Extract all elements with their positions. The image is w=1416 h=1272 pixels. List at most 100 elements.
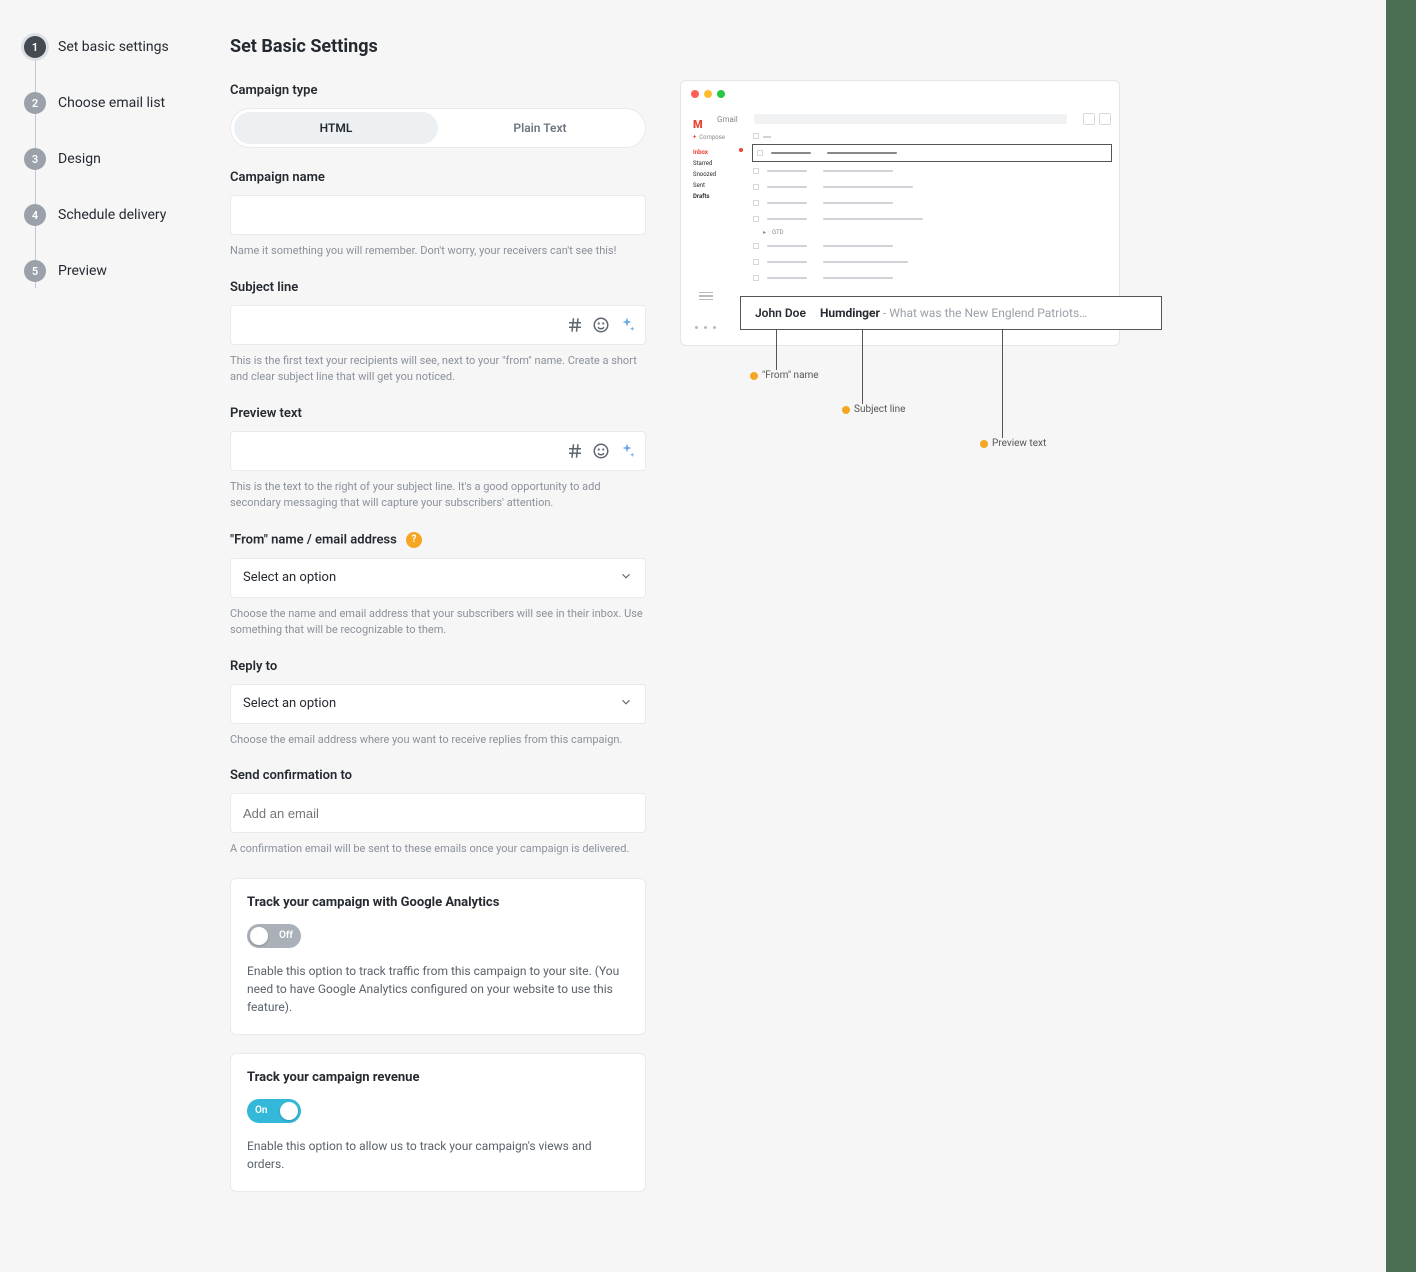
step-connector bbox=[35, 56, 36, 288]
toggle-knob bbox=[250, 927, 268, 945]
settings-form: Set Basic Settings Campaign type HTML Pl… bbox=[230, 36, 646, 1210]
mock-starred: Starred bbox=[693, 159, 743, 168]
campaign-name-label: Campaign name bbox=[230, 170, 646, 185]
step-number: 2 bbox=[24, 92, 46, 114]
emoji-icon[interactable] bbox=[592, 316, 610, 334]
callout-subject: Humdinger bbox=[820, 306, 880, 320]
hash-icon[interactable] bbox=[566, 442, 584, 460]
max-dot-icon bbox=[717, 90, 725, 98]
reply-to-select[interactable]: Select an option bbox=[230, 684, 646, 724]
leader-from bbox=[776, 330, 777, 370]
leader-preview-label: Preview text bbox=[980, 438, 1046, 449]
close-dot-icon bbox=[691, 90, 699, 98]
sparkle-icon[interactable] bbox=[618, 316, 636, 334]
step-number: 3 bbox=[24, 148, 46, 170]
help-icon[interactable]: ? bbox=[406, 532, 422, 548]
step-number: 5 bbox=[24, 260, 46, 282]
mock-sidebar: Compose Inbox Starred Snoozed Sent Draft… bbox=[693, 133, 743, 302]
campaign-name-input[interactable] bbox=[230, 195, 646, 235]
step-design[interactable]: 3 Design bbox=[24, 148, 196, 170]
leader-subject-label: Subject line bbox=[842, 404, 905, 415]
step-label: Preview bbox=[58, 263, 107, 280]
mock-drafts: Drafts bbox=[693, 192, 743, 201]
mock-snoozed: Snoozed bbox=[693, 170, 743, 179]
ga-title: Track your campaign with Google Analytic… bbox=[247, 895, 629, 910]
emoji-icon[interactable] bbox=[592, 442, 610, 460]
revenue-desc: Enable this option to allow us to track … bbox=[247, 1137, 629, 1173]
campaign-type-html[interactable]: HTML bbox=[234, 112, 438, 144]
min-dot-icon bbox=[704, 90, 712, 98]
step-label: Set basic settings bbox=[58, 39, 169, 56]
inbox-row-callout: John Doe Humdinger - What was the New En… bbox=[740, 296, 1162, 330]
reply-to-placeholder: Select an option bbox=[243, 696, 336, 711]
campaign-type-plain[interactable]: Plain Text bbox=[438, 112, 642, 144]
subject-help: This is the first text your recipients w… bbox=[230, 353, 646, 386]
step-number: 4 bbox=[24, 204, 46, 226]
revenue-card: Track your campaign revenue On Enable th… bbox=[230, 1053, 646, 1192]
chevron-down-icon bbox=[619, 569, 633, 587]
confirmation-label: Send confirmation to bbox=[230, 768, 646, 783]
step-label: Design bbox=[58, 151, 101, 168]
mock-row bbox=[753, 197, 1111, 209]
step-number: 1 bbox=[24, 36, 46, 58]
toggle-knob bbox=[280, 1102, 298, 1120]
mock-sent: Sent bbox=[693, 181, 743, 190]
confirmation-help: A confirmation email will be sent to the… bbox=[230, 841, 646, 858]
mock-brand: Gmail bbox=[717, 115, 738, 124]
mock-compose: Compose bbox=[693, 133, 743, 142]
revenue-title: Track your campaign revenue bbox=[247, 1070, 629, 1085]
preview-text-help: This is the text to the right of your su… bbox=[230, 479, 646, 512]
campaign-name-help: Name it something you will remember. Don… bbox=[230, 243, 646, 260]
hash-icon[interactable] bbox=[566, 316, 584, 334]
mock-row bbox=[753, 165, 1111, 177]
leader-subject bbox=[862, 330, 863, 404]
mock-tool-icon bbox=[1099, 113, 1111, 125]
step-label: Choose email list bbox=[58, 95, 165, 112]
page-title: Set Basic Settings bbox=[230, 36, 646, 57]
mock-category: GTD bbox=[763, 229, 1111, 236]
wizard-steps: 1 Set basic settings 2 Choose email list… bbox=[24, 36, 196, 1210]
mock-mail-list: GTD bbox=[753, 133, 1111, 302]
step-preview[interactable]: 5 Preview bbox=[24, 260, 196, 282]
chevron-down-icon bbox=[619, 695, 633, 713]
google-analytics-card: Track your campaign with Google Analytic… bbox=[230, 878, 646, 1035]
mock-row bbox=[753, 272, 1111, 284]
campaign-type-label: Campaign type bbox=[230, 83, 646, 98]
inbox-preview: Gmail Compose Inbox Starred Snoozed Sent bbox=[680, 36, 1120, 1210]
from-placeholder: Select an option bbox=[243, 570, 336, 585]
revenue-toggle-state: On bbox=[255, 1105, 267, 1116]
sparkle-icon[interactable] bbox=[618, 442, 636, 460]
reply-to-label: Reply to bbox=[230, 659, 646, 674]
from-select[interactable]: Select an option bbox=[230, 558, 646, 598]
confirmation-input[interactable] bbox=[230, 793, 646, 833]
mock-tool-icon bbox=[1083, 113, 1095, 125]
right-edge-strip bbox=[1386, 0, 1416, 1272]
step-set-basic-settings[interactable]: 1 Set basic settings bbox=[24, 36, 196, 58]
step-label: Schedule delivery bbox=[58, 207, 166, 224]
hamburger-icon bbox=[699, 292, 713, 301]
mock-row bbox=[753, 240, 1111, 252]
mock-titlebar bbox=[681, 81, 1119, 107]
step-schedule-delivery[interactable]: 4 Schedule delivery bbox=[24, 204, 196, 226]
gmail-logo-icon bbox=[693, 113, 709, 125]
from-label: "From" name / email address ? bbox=[230, 532, 646, 548]
ga-toggle-state: Off bbox=[279, 930, 293, 941]
mock-row bbox=[753, 181, 1111, 193]
step-choose-email-list[interactable]: 2 Choose email list bbox=[24, 92, 196, 114]
reply-to-help: Choose the email address where you want … bbox=[230, 732, 646, 749]
ga-toggle[interactable]: Off bbox=[247, 924, 301, 948]
subject-label: Subject line bbox=[230, 280, 646, 295]
mock-row bbox=[753, 145, 1111, 161]
leader-preview bbox=[1002, 330, 1003, 438]
from-help: Choose the name and email address that y… bbox=[230, 606, 646, 639]
mock-row bbox=[753, 256, 1111, 268]
campaign-type-segmented: HTML Plain Text bbox=[230, 108, 646, 148]
preview-text-label: Preview text bbox=[230, 406, 646, 421]
revenue-toggle[interactable]: On bbox=[247, 1099, 301, 1123]
mock-tools bbox=[1083, 113, 1111, 125]
mock-inbox: Inbox bbox=[693, 148, 743, 157]
mock-row bbox=[753, 213, 1111, 225]
callout-from: John Doe bbox=[755, 306, 806, 320]
leader-from-label: "From" name bbox=[750, 370, 819, 381]
ga-desc: Enable this option to track traffic from… bbox=[247, 962, 629, 1016]
